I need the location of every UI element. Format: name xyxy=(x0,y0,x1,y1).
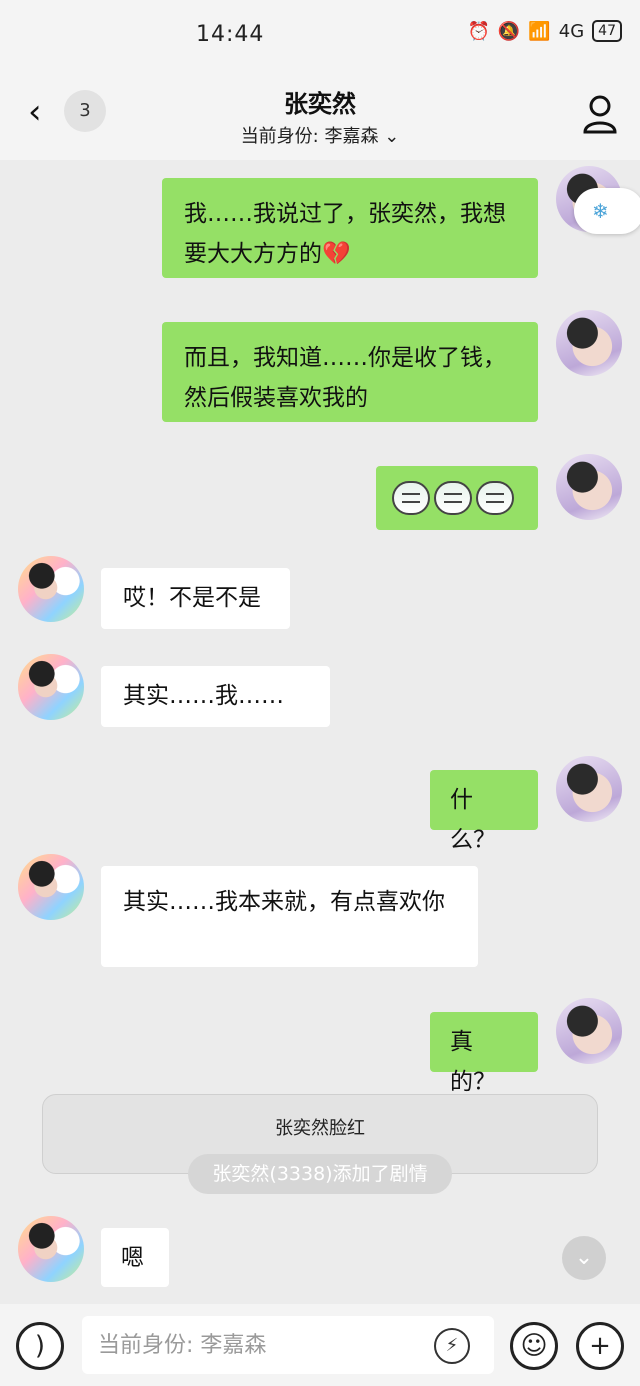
my-avatar[interactable] xyxy=(556,310,622,376)
status-bar: 14:44 ⏰ 🔕 📶 4G 47 xyxy=(0,0,640,70)
message-text: 而且，我知道……你是收了钱，然后假装喜欢我的 xyxy=(184,345,506,411)
sticker-message[interactable] xyxy=(376,466,538,530)
status-icons: ⏰ 🔕 📶 4G 47 xyxy=(467,20,622,42)
my-avatar[interactable] xyxy=(556,454,622,520)
my-avatar[interactable] xyxy=(556,998,622,1064)
contact-avatar[interactable] xyxy=(18,1216,84,1282)
message-text: 嗯 xyxy=(121,1245,144,1271)
message-bubble-outgoing[interactable]: 我……我说过了，张奕然，我想要大大方方的💔 xyxy=(162,178,538,278)
crying-sticker-icon xyxy=(476,481,514,515)
chat-title: 张奕然 xyxy=(284,90,356,118)
input-bar: ) ⚡ ☺ + xyxy=(0,1304,640,1386)
message-text: 真的？ xyxy=(450,1029,496,1095)
message-bubble-outgoing[interactable]: 真的？ xyxy=(430,1012,538,1095)
network-label: 4G xyxy=(558,20,585,42)
floating-sticker-button[interactable]: ❄ xyxy=(574,188,640,234)
profile-icon[interactable] xyxy=(582,94,618,134)
voice-icon[interactable]: ) xyxy=(16,1322,64,1370)
contact-avatar[interactable] xyxy=(18,854,84,920)
my-avatar[interactable] xyxy=(556,756,622,822)
message-bubble-outgoing[interactable]: 什么？ xyxy=(430,770,538,853)
scroll-down-button[interactable]: ⌄ xyxy=(562,1236,606,1280)
message-bubble-outgoing[interactable]: 而且，我知道……你是收了钱，然后假装喜欢我的 xyxy=(162,322,538,422)
mute-icon: 🔕 xyxy=(497,20,521,42)
alarm-icon: ⏰ xyxy=(467,20,490,42)
contact-avatar[interactable] xyxy=(18,654,84,720)
message-text: 哎！不是不是 xyxy=(123,585,261,611)
message-input[interactable] xyxy=(82,1316,494,1374)
status-time: 14:44 xyxy=(196,22,265,47)
message-text: 其实……我…… xyxy=(123,683,284,709)
add-icon[interactable]: + xyxy=(576,1322,624,1370)
wifi-icon: 📶 xyxy=(528,20,551,42)
event-text: 张奕然脸红 xyxy=(275,1118,365,1139)
emoji-icon[interactable]: ☺ xyxy=(510,1322,558,1370)
lightbulb-icon[interactable]: ⚡ xyxy=(434,1328,470,1364)
crying-sticker-icon xyxy=(434,481,472,515)
battery-indicator: 47 xyxy=(592,20,622,42)
chat-header: ‹ 3 张奕然 当前身份: 李嘉森 ⌄ xyxy=(0,70,640,160)
message-bubble-incoming[interactable]: 哎！不是不是 xyxy=(101,568,290,629)
crying-sticker-icon xyxy=(392,481,430,515)
message-bubble-incoming[interactable]: 嗯 xyxy=(101,1228,169,1287)
plot-added-notice: 张奕然(3338)添加了剧情 xyxy=(188,1154,452,1194)
message-text: 什么？ xyxy=(450,787,496,853)
message-text: 我……我说过了，张奕然，我想要大大方方的💔 xyxy=(184,201,506,267)
message-bubble-incoming[interactable]: 其实……我本来就，有点喜欢你 xyxy=(101,866,478,967)
message-bubble-incoming[interactable]: 其实……我…… xyxy=(101,666,330,727)
chevron-down-icon: ⌄ xyxy=(384,126,400,147)
sticker-row xyxy=(392,478,522,518)
identity-selector[interactable]: 当前身份: 李嘉森 ⌄ xyxy=(0,122,640,148)
message-text: 其实……我本来就，有点喜欢你 xyxy=(123,889,445,915)
message-list[interactable]: 我……我说过了，张奕然，我想要大大方方的💔 ❄ 而且，我知道……你是收了钱，然后… xyxy=(0,160,640,1304)
contact-avatar[interactable] xyxy=(18,556,84,622)
identity-label: 当前身份: 李嘉森 xyxy=(240,126,379,147)
